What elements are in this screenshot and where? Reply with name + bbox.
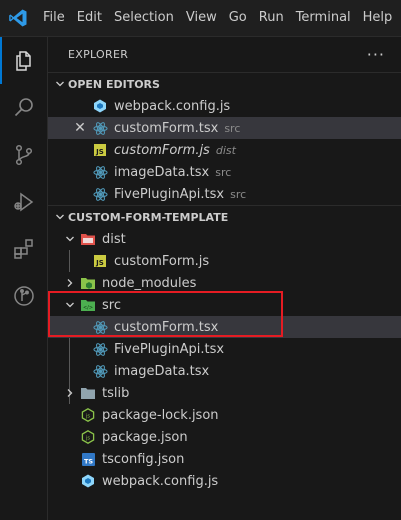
file-name: FivePluginApi.tsx	[114, 186, 225, 202]
file-name: FivePluginApi.tsx	[114, 341, 225, 357]
tree-file[interactable]: JS customForm.js	[48, 250, 401, 272]
file-name: customForm.js	[114, 142, 210, 158]
file-dir: src	[230, 187, 247, 201]
file-name: customForm.tsx	[114, 319, 219, 335]
folder-icon	[80, 385, 96, 401]
chevron-down-icon	[52, 212, 68, 222]
tree-folder-dist[interactable]: dist	[48, 228, 401, 250]
file-dir: dist	[215, 143, 236, 157]
menu-selection[interactable]: Selection	[108, 0, 180, 36]
menu-edit[interactable]: Edit	[71, 0, 108, 36]
tree-file[interactable]: TS tsconfig.json	[48, 448, 401, 470]
search-icon[interactable]	[0, 84, 47, 131]
dist-folder-icon	[80, 231, 96, 247]
tree-folder-src[interactable]: </> src	[48, 294, 401, 316]
title-bar: File Edit Selection View Go Run Terminal…	[0, 0, 401, 37]
folder-name: node_modules	[102, 275, 197, 291]
source-control-icon[interactable]	[0, 131, 47, 178]
svg-text:TS: TS	[83, 457, 92, 465]
src-folder-icon: </>	[80, 297, 96, 313]
file-name: tsconfig.json	[102, 451, 185, 467]
open-editors-header[interactable]: OPEN EDITORS	[48, 72, 401, 95]
menu-terminal[interactable]: Terminal	[290, 0, 357, 36]
react-icon	[92, 341, 108, 357]
run-debug-icon[interactable]	[0, 178, 47, 225]
menu-go[interactable]: Go	[223, 0, 253, 36]
more-actions-icon[interactable]: ···	[367, 45, 385, 64]
file-name: webpack.config.js	[114, 98, 231, 114]
svg-text:JS: JS	[95, 259, 104, 267]
explorer-icon[interactable]	[0, 37, 47, 84]
menu-help[interactable]: Help	[357, 0, 399, 36]
nodejs-icon: js	[80, 407, 96, 423]
file-dir: src	[224, 121, 241, 135]
activity-bar	[0, 37, 48, 520]
nodejs-icon: js	[80, 429, 96, 445]
folder-name: src	[102, 297, 121, 313]
menu-run[interactable]: Run	[253, 0, 290, 36]
explorer-sidebar: EXPLORER ··· OPEN EDITORS webpack.config…	[48, 37, 401, 520]
tree-file[interactable]: js package.json	[48, 426, 401, 448]
tree-file[interactable]: FivePluginApi.tsx	[48, 338, 401, 360]
react-icon	[92, 363, 108, 379]
open-editor-item[interactable]: webpack.config.js	[48, 95, 401, 117]
tree-file[interactable]: js package-lock.json	[48, 404, 401, 426]
open-editor-item[interactable]: FivePluginApi.tsx src	[48, 183, 401, 205]
open-editor-item[interactable]: imageData.tsx src	[48, 161, 401, 183]
tree-file[interactable]: webpack.config.js	[48, 470, 401, 492]
svg-text:js: js	[85, 436, 90, 442]
file-name: imageData.tsx	[114, 363, 210, 379]
webpack-icon	[80, 473, 96, 489]
file-name: package.json	[102, 429, 188, 445]
file-name: customForm.js	[114, 253, 210, 269]
vscode-logo-icon	[8, 8, 28, 28]
react-icon	[92, 164, 108, 180]
open-editors-label: OPEN EDITORS	[68, 77, 160, 91]
project-label: CUSTOM-FORM-TEMPLATE	[68, 210, 229, 224]
open-editor-item-active[interactable]: ✕ customForm.tsx src	[48, 117, 401, 139]
node-folder-icon	[80, 275, 96, 291]
svg-text:JS: JS	[95, 148, 104, 156]
webpack-icon	[92, 98, 108, 114]
sidebar-title: EXPLORER	[68, 48, 129, 61]
js-icon: JS	[92, 142, 108, 158]
ts-icon: TS	[80, 451, 96, 467]
file-name: imageData.tsx	[114, 164, 210, 180]
tree-folder-node-modules[interactable]: node_modules	[48, 272, 401, 294]
js-icon: JS	[92, 253, 108, 269]
react-icon	[92, 319, 108, 335]
svg-text:js: js	[85, 414, 90, 420]
menu-view[interactable]: View	[180, 0, 223, 36]
file-name: webpack.config.js	[102, 473, 219, 489]
folder-name: dist	[102, 231, 126, 247]
file-name: package-lock.json	[102, 407, 219, 423]
open-editor-item[interactable]: JS customForm.js dist	[48, 139, 401, 161]
project-header[interactable]: CUSTOM-FORM-TEMPLATE	[48, 205, 401, 228]
chevron-down-icon	[62, 297, 78, 313]
svg-text:</>: </>	[83, 305, 93, 311]
close-icon[interactable]: ✕	[72, 120, 88, 136]
file-name: customForm.tsx	[114, 120, 219, 136]
chevron-down-icon	[52, 79, 68, 89]
tree-file-active[interactable]: customForm.tsx	[48, 316, 401, 338]
chevron-right-icon	[62, 275, 78, 291]
folder-name: tslib	[102, 385, 130, 401]
tree-folder-tslib[interactable]: tslib	[48, 382, 401, 404]
chevron-down-icon	[62, 231, 78, 247]
menu-file[interactable]: File	[37, 0, 71, 36]
file-dir: src	[215, 165, 232, 179]
chevron-right-icon	[62, 385, 78, 401]
file-tree: dist JS customForm.js node_modules </> s…	[48, 228, 401, 492]
extensions-icon[interactable]	[0, 225, 47, 272]
tree-file[interactable]: imageData.tsx	[48, 360, 401, 382]
git-graph-icon[interactable]	[0, 272, 47, 319]
react-icon	[92, 186, 108, 202]
react-icon	[92, 120, 108, 136]
sidebar-header: EXPLORER ···	[48, 37, 401, 72]
